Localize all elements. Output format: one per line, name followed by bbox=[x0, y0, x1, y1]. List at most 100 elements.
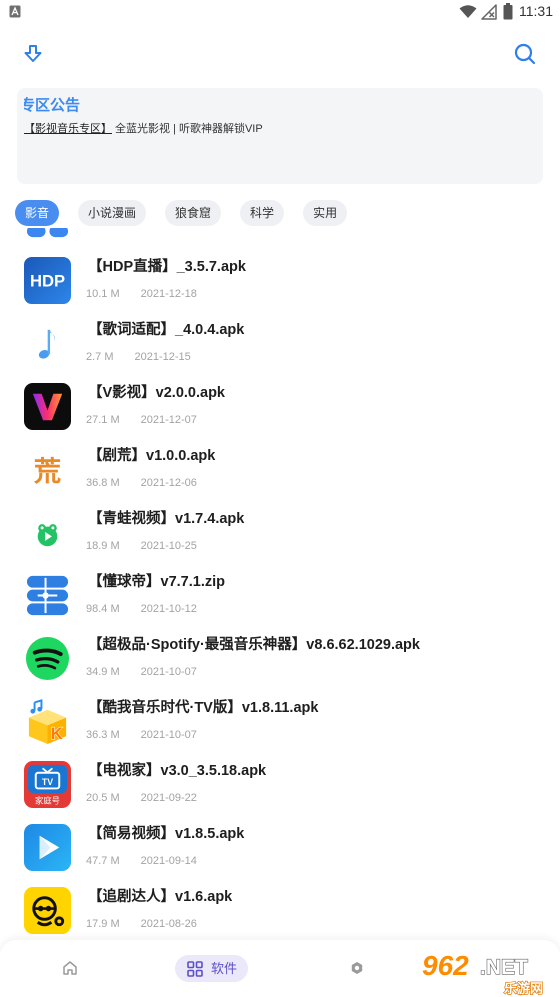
wifi-icon bbox=[459, 4, 477, 19]
app-date: 2021-12-07 bbox=[140, 414, 197, 426]
list-item-partial[interactable] bbox=[0, 228, 560, 249]
status-time: 11:31 bbox=[519, 3, 553, 19]
kuwo-logo-text: K bbox=[51, 724, 63, 743]
watermark-domain: .NET bbox=[480, 956, 528, 979]
app-list-inner: HDP 【HDP直播】_3.5.7.apk 10.1 M 2021-12-18 【… bbox=[0, 228, 560, 940]
app-title: 【追剧达人】v1.6.apk bbox=[88, 889, 233, 905]
tab-science[interactable]: 科学 bbox=[240, 200, 285, 226]
tab-yingyin[interactable]: 影音 bbox=[15, 200, 60, 226]
nav-software-label: 软件 bbox=[211, 960, 238, 976]
search-icon[interactable] bbox=[514, 43, 536, 65]
music-note-app-icon bbox=[24, 320, 71, 367]
app-title: 【青蛙视频】v1.7.4.apk bbox=[88, 511, 245, 527]
app-meta: 36.3 M 2021-10-07 bbox=[86, 728, 197, 742]
grid-icon bbox=[187, 960, 203, 977]
app-size: 18.9 M bbox=[86, 540, 120, 552]
list-item[interactable]: K 【酷我音乐时代·TV版】v1.8.11.apk 36.3 M 2021-10-… bbox=[0, 690, 560, 753]
notice-link[interactable]: 【影视音乐专区】 bbox=[24, 123, 112, 135]
play-app-icon bbox=[24, 824, 71, 871]
list-item[interactable]: HDP 【HDP直播】_3.5.7.apk 10.1 M 2021-12-18 bbox=[0, 249, 560, 312]
hdp-app-icon: HDP bbox=[24, 257, 71, 304]
list-item[interactable]: 【简易视频】v1.8.5.apk 47.7 M 2021-09-14 bbox=[0, 816, 560, 879]
app-meta: 20.5 M 2021-09-22 bbox=[86, 791, 197, 805]
juhuang-logo-text: 荒 bbox=[34, 456, 61, 487]
app-screen: 11:31 专区公告 【影视音乐专区】 全蓝光影视 | 听歌神器解锁VIP 影音 … bbox=[0, 0, 560, 997]
app-size: 2.7 M bbox=[86, 351, 114, 363]
app-date: 2021-12-15 bbox=[134, 351, 191, 363]
app-title: 【酷我音乐时代·TV版】v1.8.11.apk bbox=[88, 700, 319, 716]
no-signal-icon bbox=[481, 4, 497, 20]
app-title: 【剧荒】v1.0.0.apk bbox=[88, 448, 216, 464]
app-meta: 10.1 M 2021-12-18 bbox=[86, 287, 197, 301]
app-meta: 27.1 M 2021-12-07 bbox=[86, 413, 197, 427]
gear-icon[interactable] bbox=[350, 961, 364, 975]
dianshijia-app-icon: TV 家庭号 bbox=[24, 761, 71, 808]
kuwo-app-icon: K bbox=[24, 698, 71, 745]
list-item[interactable]: 【青蛙视频】v1.7.4.apk 18.9 M 2021-10-25 bbox=[0, 501, 560, 564]
list-item[interactable]: 【歌词适配】_4.0.4.apk 2.7 M 2021-12-15 bbox=[0, 312, 560, 375]
tab-utility[interactable]: 实用 bbox=[303, 200, 348, 226]
notice-card: 专区公告 【影视音乐专区】 全蓝光影视 | 听歌神器解锁VIP bbox=[17, 88, 543, 184]
dianshijia-logo-sub: 家庭号 bbox=[35, 796, 60, 806]
app-meta: 2.7 M 2021-12-15 bbox=[86, 350, 191, 364]
app-size: 17.9 M bbox=[86, 918, 120, 930]
nav-software-tab[interactable]: 软件 bbox=[175, 955, 248, 982]
notice-body: 【影视音乐专区】 全蓝光影视 | 听歌神器解锁VIP bbox=[24, 122, 263, 137]
app-date: 2021-09-22 bbox=[140, 792, 197, 804]
list-item[interactable]: 【V影视】v2.0.0.apk 27.1 M 2021-12-07 bbox=[0, 375, 560, 438]
battery-icon bbox=[503, 3, 513, 20]
app-size: 20.5 M bbox=[86, 792, 120, 804]
v-video-app-icon bbox=[24, 383, 71, 430]
app-title: 【歌词适配】_4.0.4.apk bbox=[88, 322, 245, 338]
app-date: 2021-10-07 bbox=[140, 729, 197, 741]
zhuiju-app-icon bbox=[24, 887, 71, 934]
frog-app-icon bbox=[24, 509, 71, 556]
notice-marquee: 专区公告 bbox=[24, 96, 224, 116]
app-meta: 47.7 M 2021-09-14 bbox=[86, 854, 197, 868]
partial-app-icon bbox=[24, 228, 71, 241]
app-meta: 98.4 M 2021-10-12 bbox=[86, 602, 197, 616]
app-size: 98.4 M bbox=[86, 603, 120, 615]
dongqiudi-app-icon bbox=[24, 572, 71, 619]
list-item[interactable]: 【追剧达人】v1.6.apk 17.9 M 2021-08-26 bbox=[0, 879, 560, 940]
app-meta: 18.9 M 2021-10-25 bbox=[86, 539, 197, 553]
app-list[interactable]: HDP 【HDP直播】_3.5.7.apk 10.1 M 2021-12-18 【… bbox=[0, 228, 560, 940]
app-size: 36.8 M bbox=[86, 477, 120, 489]
app-title: 【V影视】v2.0.0.apk bbox=[88, 385, 225, 401]
app-title: 【HDP直播】_3.5.7.apk bbox=[88, 259, 246, 275]
watermark-logo: 962 .NET 乐游网 bbox=[418, 944, 558, 996]
app-date: 2021-09-14 bbox=[140, 855, 197, 867]
app-date: 2021-10-12 bbox=[140, 603, 197, 615]
app-title: 【电视家】v3.0_3.5.18.apk bbox=[88, 763, 267, 779]
app-date: 2021-08-26 bbox=[140, 918, 197, 930]
app-size: 47.7 M bbox=[86, 855, 120, 867]
status-bar: 11:31 bbox=[0, 0, 560, 24]
app-size: 10.1 M bbox=[86, 288, 120, 300]
a-notification-icon bbox=[9, 5, 21, 18]
list-item[interactable]: 【懂球帝】v7.7.1.zip 98.4 M 2021-10-12 bbox=[0, 564, 560, 627]
app-size: 27.1 M bbox=[86, 414, 120, 426]
juhuang-app-icon: 荒 bbox=[24, 446, 71, 493]
home-icon[interactable] bbox=[62, 960, 78, 976]
notice-text: 全蓝光影视 | 听歌神器解锁VIP bbox=[115, 123, 263, 135]
download-icon[interactable] bbox=[22, 43, 44, 65]
category-tabs: 影音 小说漫画 狼食窟 科学 实用 bbox=[15, 200, 348, 226]
app-date: 2021-10-25 bbox=[140, 540, 197, 552]
watermark-number: 962 bbox=[422, 950, 469, 981]
app-date: 2021-10-07 bbox=[140, 666, 197, 678]
list-item[interactable]: TV 家庭号 【电视家】v3.0_3.5.18.apk 20.5 M 2021-0… bbox=[0, 753, 560, 816]
list-item[interactable]: 荒 【剧荒】v1.0.0.apk 36.8 M 2021-12-06 bbox=[0, 438, 560, 501]
notice-title: 专区公告 bbox=[24, 97, 81, 114]
dianshijia-logo-text: TV bbox=[42, 777, 53, 787]
watermark-name: 乐游网 bbox=[504, 981, 543, 996]
spotify-app-icon bbox=[24, 635, 71, 682]
list-item[interactable]: 【超极品·Spotify·最强音乐神器】v8.6.62.1029.apk 34.… bbox=[0, 627, 560, 690]
tab-langshiku[interactable]: 狼食窟 bbox=[165, 200, 222, 226]
app-meta: 36.8 M 2021-12-06 bbox=[86, 476, 197, 490]
app-title: 【超极品·Spotify·最强音乐神器】v8.6.62.1029.apk bbox=[88, 637, 420, 653]
app-meta: 17.9 M 2021-08-26 bbox=[86, 917, 197, 931]
app-meta: 34.9 M 2021-10-07 bbox=[86, 665, 197, 679]
app-size: 34.9 M bbox=[86, 666, 120, 678]
app-title: 【简易视频】v1.8.5.apk bbox=[88, 826, 245, 842]
tab-novel-comic[interactable]: 小说漫画 bbox=[78, 200, 147, 226]
